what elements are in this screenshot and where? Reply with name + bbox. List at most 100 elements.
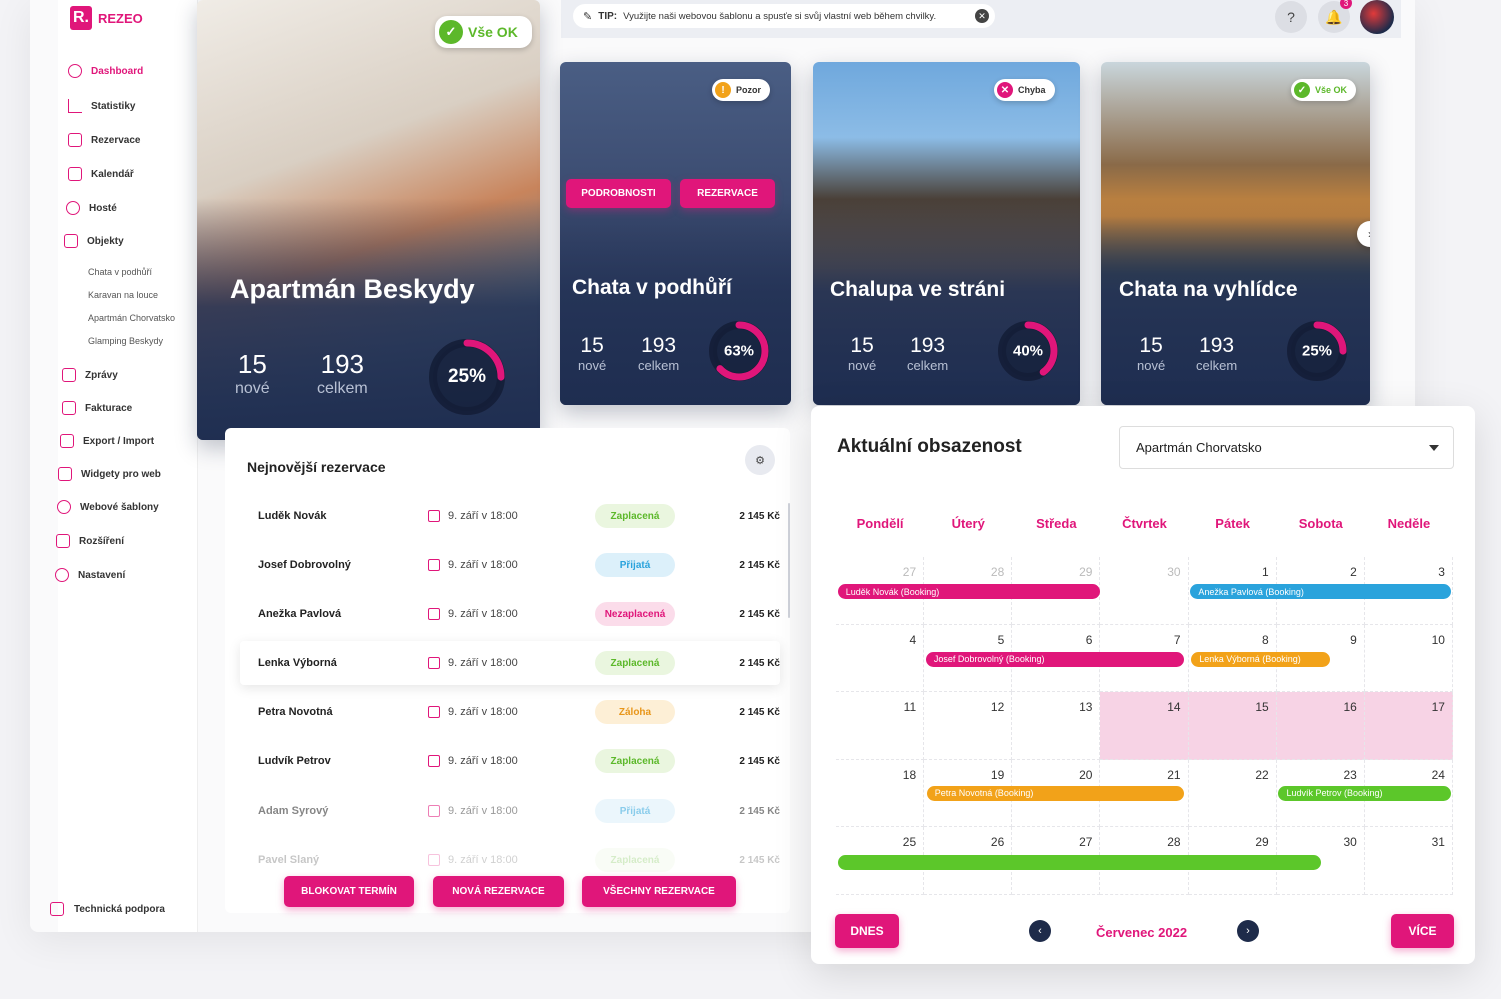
new-reservation-button[interactable]: NOVÁ REZERVACE [433,876,564,907]
calendar-day[interactable]: 10 [1364,624,1453,692]
calendar-day[interactable]: 30 [1100,557,1189,625]
day-number: 29 [1255,835,1269,849]
sidebar-item-sablony[interactable]: Webové šablony [57,500,159,514]
stat-total: 193 celkem [1196,334,1237,373]
booking-event[interactable]: Josef Dobrovolný (Booking) [925,651,1185,667]
reservations-panel: Nejnovější rezervace ⚙ Luděk Novák 9. zář… [225,428,790,913]
calendar-day[interactable]: 12 [924,692,1013,760]
prev-month-button[interactable]: ‹ [1029,920,1051,942]
notifications-button[interactable]: 🔔 3 [1318,0,1352,33]
sidebar-item-hoste[interactable]: Hosté [66,201,117,215]
stat-value: 15 [1139,334,1163,357]
more-button[interactable]: VÍCE [1391,914,1454,948]
booking-event[interactable]: Petra Novotná (Booking) [926,785,1185,801]
property-card[interactable]: ! Pozor PODROBNOSTI REZERVACE Chata v pod… [560,62,791,405]
reservation-date: 9. září v 18:00 [410,510,570,522]
sidebar-item-label: Rozšíření [79,535,125,547]
sidebar-item-zpravy[interactable]: Zprávy [62,368,118,382]
property-select[interactable]: Apartmán Chorvatsko [1119,426,1454,469]
day-number: 6 [1085,632,1093,647]
scrollbar[interactable] [788,503,790,618]
calendar-day[interactable]: 18 [836,759,925,827]
status-badge: ! Pozor [712,79,771,101]
check-icon: ✓ [1294,82,1310,98]
sidebar-item-label: Zprávy [85,369,118,381]
sidebar-item-widgety[interactable]: Widgety pro web [58,467,161,481]
table-row[interactable]: Adam Syrový 9. září v 18:00 Přijatá 2 145 K… [240,789,780,833]
details-button[interactable]: PODROBNOSTI [566,179,671,208]
status-badge: Přijatá [595,799,675,823]
booking-event[interactable] [837,854,1321,870]
support-link[interactable]: Technická podpora [50,902,165,916]
sidebar-subitem-object[interactable]: Chata v podhůří [88,267,152,277]
status-badge: ✕ Chyba [994,79,1055,101]
day-number: 27 [1079,835,1093,849]
all-reservations-button[interactable]: VŠECHNY REZERVACE [582,876,736,907]
reservations-button[interactable]: REZERVACE [680,179,775,208]
sidebar-item-statistiky[interactable]: Statistiky [68,99,135,113]
occupancy-value: 25% [447,366,487,387]
stat-label: nové [578,358,607,373]
sidebar-item-rezervace[interactable]: Rezervace [68,133,140,147]
sidebar-item-objekty[interactable]: Objekty [64,234,124,248]
calendar-day[interactable]: 16 [1276,692,1365,760]
booking-event[interactable]: Luděk Novák (Booking) [837,584,1101,599]
table-row[interactable]: Luděk Novák 9. září v 18:00 Zaplacená 2 145… [240,494,780,538]
calendar-day[interactable]: 13 [1012,692,1101,760]
calendar-day[interactable]: 14 [1100,692,1189,760]
property-card[interactable]: ✕ Chyba Chalupa ve stráni 15 nové 193 celke… [813,62,1080,405]
table-row[interactable]: Ludvík Petrov 9. září v 18:00 Zaplacená 2 1… [240,739,780,783]
booking-event[interactable]: Ludvík Petrov (Booking) [1278,785,1452,801]
sidebar-subitem-object[interactable]: Apartmán Chorvatsko [88,313,175,323]
sidebar-item-export[interactable]: Export / Import [60,434,154,448]
calendar-day[interactable]: 31 [1364,827,1453,895]
day-number: 19 [990,767,1005,782]
avatar[interactable] [1360,0,1394,34]
chevron-right-icon: › [1368,227,1370,241]
calendar-icon [428,510,440,522]
tip-text: Využijte naši webovou šablonu a spusťe s… [623,10,937,22]
sidebar-item-fakturace[interactable]: Fakturace [62,401,132,415]
close-icon[interactable]: ✕ [975,9,989,23]
calendar-day[interactable]: 4 [836,624,925,692]
next-month-button[interactable]: › [1237,920,1259,942]
help-button[interactable]: ? [1275,1,1307,33]
warning-icon: ! [715,82,731,98]
day-number: 4 [909,632,917,647]
table-row[interactable]: Petra Novotná 9. září v 18:00 Záloha 2 145 … [240,690,780,734]
block-date-button[interactable]: BLOKOVAT TERMÍN [284,876,414,907]
table-row[interactable]: Josef Dobrovolný 9. září v 18:00 Přijatá 2 … [240,543,780,587]
calendar-day[interactable]: 15 [1188,692,1277,760]
logo[interactable]: R. REZEO [70,6,143,30]
calendar-day[interactable]: 17 [1364,692,1453,760]
sidebar-item-nastaveni[interactable]: Nastavení [55,568,125,582]
sidebar-subitem-object[interactable]: Glamping Beskydy [88,336,163,346]
reservation-date: 9. září v 18:00 [410,805,570,817]
table-row[interactable]: Anežka Pavlová 9. září v 18:00 Nezaplacená… [240,592,780,636]
booking-event[interactable]: Anežka Pavlová (Booking) [1190,584,1452,599]
panel-title: Nejnovější rezervace [247,459,386,475]
booking-event[interactable]: Lenka Výborná (Booking) [1191,651,1330,667]
calendar-day[interactable]: 11 [836,692,925,760]
day-number: 21 [1167,767,1181,782]
property-card[interactable]: ✓ Vše OK Apartmán Beskydy 15 nové 193 celke… [197,0,540,440]
table-row[interactable]: Lenka Výborná 9. září v 18:00 Zaplacená 2 1… [240,641,780,685]
sidebar-item-dashboard[interactable]: Dashboard [68,64,143,78]
sidebar-item-label: Widgety pro web [81,468,161,480]
calendar-day[interactable]: 22 [1188,759,1277,827]
day-number: 30 [1167,565,1181,579]
invoice-icon [62,401,76,415]
property-card[interactable]: ✓ Vše OK Chata na vyhlídce 15 nové 193 celk… [1101,62,1370,405]
today-button[interactable]: DNES [835,914,899,948]
filter-button[interactable]: ⚙ [745,445,775,475]
badge-label: Vše OK [468,24,518,40]
sidebar-item-rozsireni[interactable]: Rozšíření [56,534,124,548]
sidebar-item-kalendar[interactable]: Kalendář [68,167,134,181]
chart-icon [68,99,82,113]
day-number: 28 [990,565,1005,579]
sidebar-subitem-object[interactable]: Karavan na louce [88,290,158,300]
settings-icon: ⚙ [755,454,765,467]
stat-value: 193 [320,349,365,379]
date-text: 9. září v 18:00 [448,755,518,767]
palette-icon [57,500,71,514]
